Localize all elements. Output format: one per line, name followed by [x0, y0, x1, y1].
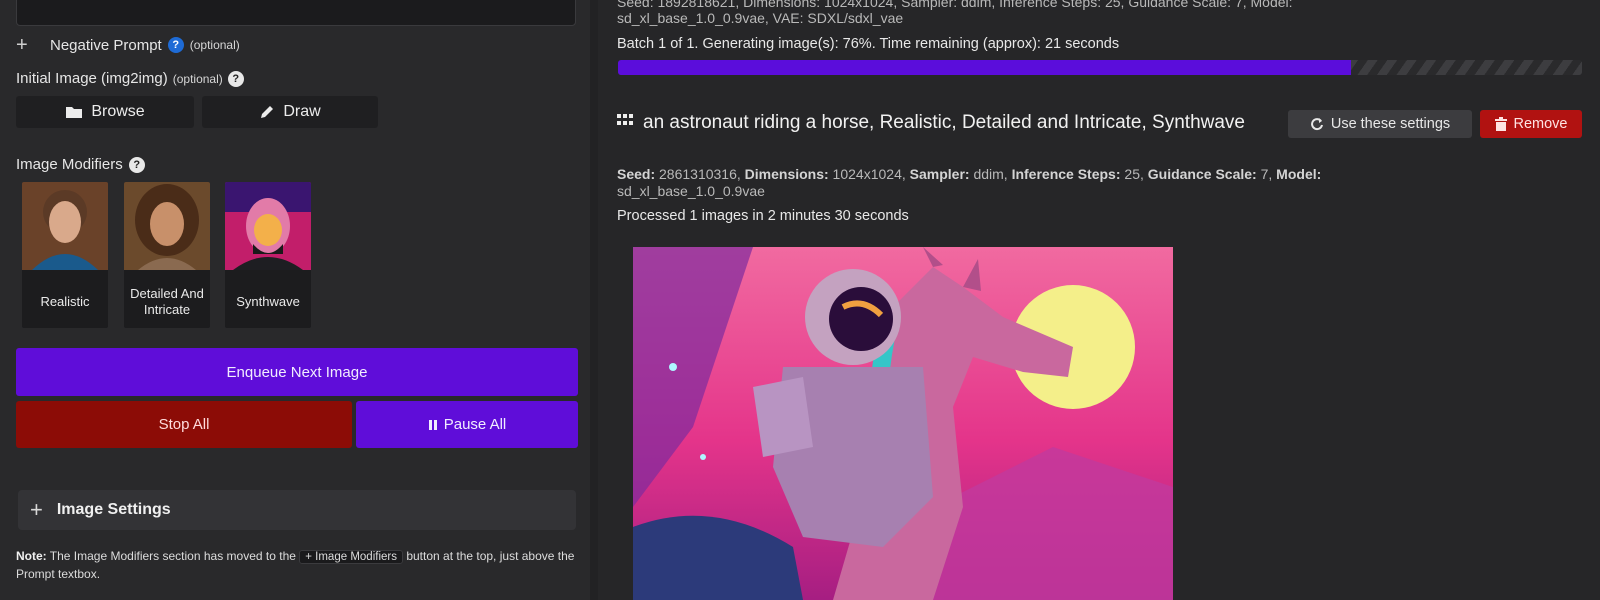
note-text: The Image Modifiers section has moved to… [46, 549, 300, 563]
task-title: an astronaut riding a horse, Realistic, … [617, 110, 1257, 135]
image-settings-label: Image Settings [56, 501, 171, 518]
help-icon[interactable]: ? [227, 70, 244, 87]
remove-button[interactable]: Remove [1480, 110, 1582, 138]
meta-value: 25, [1120, 166, 1148, 182]
initial-image-row: Initial Image (img2img) (optional) ? [16, 70, 244, 87]
remove-label: Remove [1513, 116, 1568, 132]
batch-status: Batch 1 of 1. Generating image(s): 76%. … [617, 36, 1120, 52]
negative-prompt-toggle[interactable]: + Negative Prompt ? (optional) [16, 34, 240, 56]
help-icon[interactable]: ? [128, 156, 145, 173]
browse-label: Browse [91, 103, 145, 120]
task-meta-line1: Seed: 2861310316, Dimensions: 1024x1024,… [617, 166, 1321, 182]
trash-icon [1494, 117, 1507, 131]
modifier-label: Detailed And Intricate [130, 286, 204, 317]
note-bold: Note: [16, 549, 47, 563]
task-meta-line2: sd_xl_base_1.0_0.9vae [617, 183, 765, 199]
folder-icon [66, 107, 83, 118]
meta-key: Guidance Scale: [1147, 166, 1257, 182]
modifier-label: Synthwave [236, 294, 300, 309]
previous-task-meta-line1: Seed: 1892818621, Dimensions: 1024x1024,… [617, 0, 1293, 10]
draw-label: Draw [283, 103, 321, 120]
negative-prompt-label: Negative Prompt [50, 36, 162, 54]
pause-all-label: Pause All [443, 416, 507, 433]
image-modifiers-chip: + Image Modifiers [299, 550, 403, 564]
modifier-thumbnail [225, 182, 311, 270]
meta-key: Seed: [617, 166, 656, 182]
pause-icon [428, 419, 437, 430]
processed-status: Processed 1 images in 2 minutes 30 secon… [617, 208, 909, 224]
image-settings-toggle[interactable]: + Image Settings [18, 490, 576, 530]
meta-key: Dimensions: [744, 166, 829, 182]
refresh-icon [1310, 118, 1323, 131]
stop-all-button[interactable]: Stop All [16, 401, 352, 448]
progress-bar [618, 60, 1582, 75]
enqueue-next-image-button[interactable]: Enqueue Next Image [16, 348, 578, 396]
pencil-icon [261, 106, 274, 118]
grid-icon[interactable] [617, 114, 633, 126]
modifier-thumbnail [124, 182, 210, 270]
prompt-textbox[interactable] [16, 0, 576, 26]
modifier-card-synthwave[interactable]: Synthwave [225, 182, 311, 328]
initial-image-label: Initial Image (img2img) [16, 70, 168, 87]
progress-fill [618, 60, 1351, 75]
meta-value: 2861310316, [655, 166, 745, 182]
left-panel: + Negative Prompt ? (optional) Initial I… [0, 0, 590, 600]
meta-value: 7, [1256, 166, 1277, 182]
image-modifiers-row: Image Modifiers ? [16, 156, 145, 173]
previous-task-meta-line2: sd_xl_base_1.0_0.9vae, VAE: SDXL/sdxl_va… [617, 10, 904, 26]
meta-key: Sampler: [909, 166, 970, 182]
modifier-label: Realistic [40, 294, 90, 309]
use-these-settings-button[interactable]: Use these settings [1288, 110, 1472, 138]
image-modifiers-label: Image Modifiers [16, 156, 123, 173]
modifier-card-realistic[interactable]: Realistic [22, 182, 108, 328]
optional-label: (optional) [172, 71, 223, 86]
pause-all-button[interactable]: Pause All [356, 401, 578, 448]
meta-key: Model: [1276, 166, 1322, 182]
plus-icon: + [16, 34, 28, 56]
plus-icon: + [30, 497, 43, 522]
modifier-thumbnail [22, 182, 108, 270]
help-icon[interactable]: ? [167, 37, 184, 53]
task-prompt-text: an astronaut riding a horse, Realistic, … [643, 112, 1245, 133]
meta-value: ddim, [969, 166, 1012, 182]
generated-image[interactable] [633, 247, 1173, 600]
optional-label: (optional) [189, 38, 240, 52]
modifiers-moved-note: Note: The Image Modifiers section has mo… [16, 548, 582, 583]
meta-key: Inference Steps: [1011, 166, 1121, 182]
draw-button[interactable]: Draw [202, 96, 378, 128]
meta-value: 1024x1024, [828, 166, 910, 182]
use-settings-label: Use these settings [1330, 116, 1451, 132]
browse-button[interactable]: Browse [16, 96, 194, 128]
modifier-card-detailed-and-intricate[interactable]: Detailed And Intricate [124, 182, 210, 328]
